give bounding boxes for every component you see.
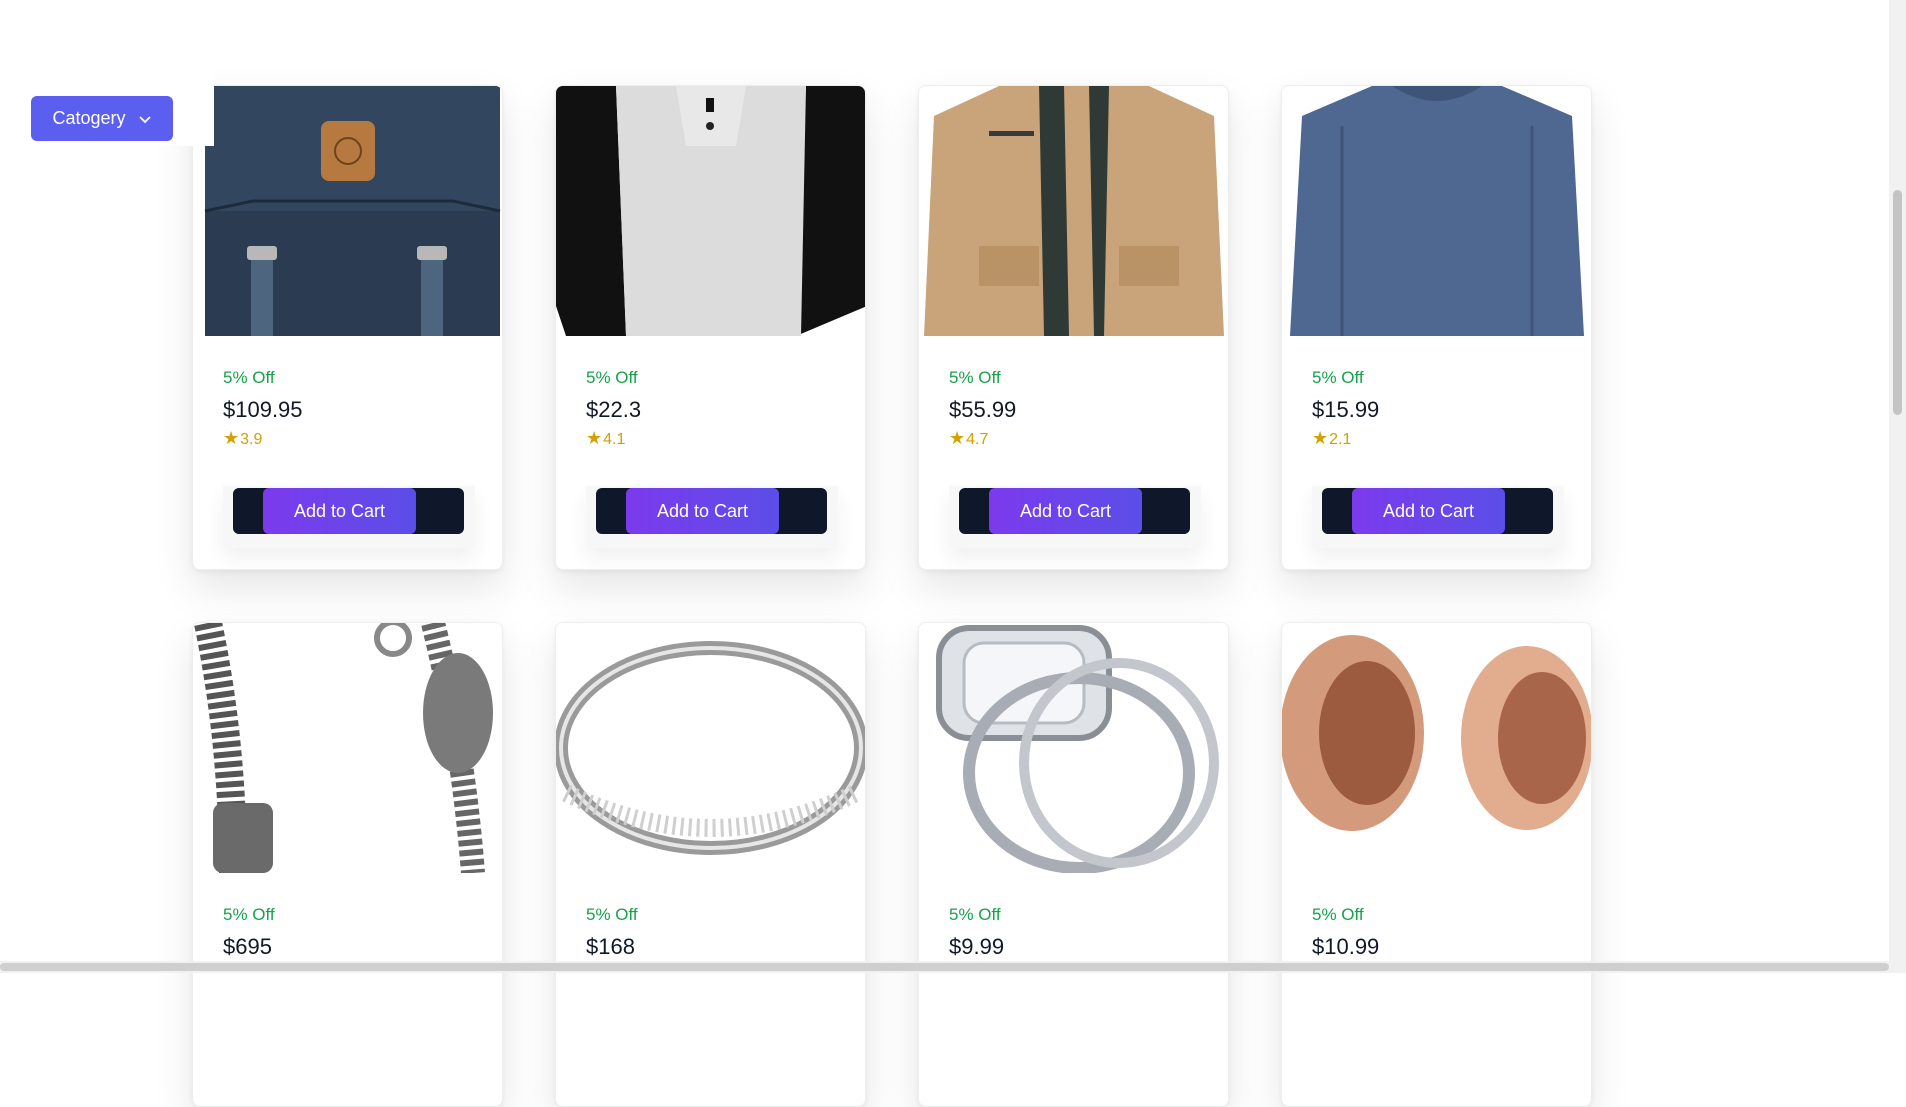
product-rating: ★2.1 bbox=[1312, 428, 1351, 449]
add-to-cart-button[interactable]: Add to Cart bbox=[989, 488, 1142, 534]
star-icon: ★ bbox=[949, 428, 966, 448]
product-price: $22.3 bbox=[586, 397, 642, 422]
product-card[interactable]: 5% Off $55.99 ★4.7 Add to Cart bbox=[918, 85, 1229, 570]
product-image-long-sleeve[interactable] bbox=[1282, 86, 1591, 336]
add-to-cart-button[interactable]: Add to Cart bbox=[263, 488, 416, 534]
product-image-bracelet[interactable] bbox=[193, 623, 502, 873]
product-price: $695 bbox=[223, 934, 272, 959]
product-image-tunnel-plugs[interactable] bbox=[1282, 623, 1591, 873]
card-actions: Add to Cart bbox=[949, 486, 1201, 548]
product-image-tshirt[interactable] bbox=[556, 86, 865, 336]
product-rating: ★4.7 bbox=[949, 428, 988, 449]
product-card[interactable]: 5% Off $22.3 ★4.1 Add to Cart bbox=[555, 85, 866, 570]
discount-label: 5% Off bbox=[586, 905, 638, 924]
product-grid: 5% Off $109.95 ★3.9 Add to Cart 5% Off $… bbox=[192, 85, 1592, 1107]
product-price: $15.99 bbox=[1312, 397, 1380, 422]
add-to-cart-button[interactable]: Add to Cart bbox=[1352, 488, 1505, 534]
category-dropdown-button[interactable]: Catogery bbox=[31, 96, 173, 141]
star-icon: ★ bbox=[223, 428, 240, 448]
discount-label: 5% Off bbox=[1312, 905, 1364, 924]
vertical-scroll-thumb[interactable] bbox=[1893, 190, 1902, 415]
product-price: $10.99 bbox=[1312, 934, 1380, 959]
product-image-jacket[interactable] bbox=[919, 86, 1228, 336]
product-image-engagement-ring[interactable] bbox=[919, 623, 1228, 873]
discount-label: 5% Off bbox=[1312, 368, 1364, 387]
card-actions: Add to Cart bbox=[1312, 486, 1564, 548]
add-to-cart-button[interactable]: Add to Cart bbox=[626, 488, 779, 534]
product-price: $109.95 bbox=[223, 397, 303, 422]
product-image-band-ring[interactable] bbox=[556, 623, 865, 873]
star-icon: ★ bbox=[586, 428, 603, 448]
card-actions: Add to Cart bbox=[586, 486, 838, 548]
category-button-label: Catogery bbox=[52, 108, 126, 128]
card-actions: Add to Cart bbox=[223, 486, 475, 548]
product-card[interactable]: 5% Off $9.99 bbox=[918, 622, 1229, 1107]
product-card[interactable]: 5% Off $10.99 bbox=[1281, 622, 1592, 1107]
rating-value: 4.7 bbox=[966, 431, 989, 448]
star-icon: ★ bbox=[1312, 428, 1329, 448]
discount-label: 5% Off bbox=[223, 905, 275, 924]
product-card[interactable]: 5% Off $15.99 ★2.1 Add to Cart bbox=[1281, 85, 1592, 570]
discount-label: 5% Off bbox=[586, 368, 638, 387]
rating-value: 2.1 bbox=[1329, 431, 1352, 448]
rating-value: 4.1 bbox=[603, 431, 626, 448]
product-price: $9.99 bbox=[949, 934, 1005, 959]
product-card[interactable]: 5% Off $695 bbox=[192, 622, 503, 1107]
product-card[interactable]: 5% Off $168 bbox=[555, 622, 866, 1107]
discount-label: 5% Off bbox=[949, 905, 1001, 924]
product-card[interactable]: 5% Off $109.95 ★3.9 Add to Cart bbox=[192, 85, 503, 570]
product-image-backpack[interactable] bbox=[193, 86, 502, 336]
chevron-down-icon bbox=[138, 115, 151, 123]
product-rating: ★3.9 bbox=[223, 428, 262, 449]
product-rating: ★4.1 bbox=[586, 428, 625, 449]
discount-label: 5% Off bbox=[223, 368, 275, 387]
rating-value: 3.9 bbox=[240, 431, 263, 448]
vertical-scrollbar[interactable] bbox=[1889, 0, 1906, 973]
horizontal-scrollbar[interactable] bbox=[0, 961, 1889, 973]
product-price: $168 bbox=[586, 934, 635, 959]
discount-label: 5% Off bbox=[949, 368, 1001, 387]
horizontal-scroll-thumb[interactable] bbox=[0, 963, 1889, 971]
product-price: $55.99 bbox=[949, 397, 1017, 422]
